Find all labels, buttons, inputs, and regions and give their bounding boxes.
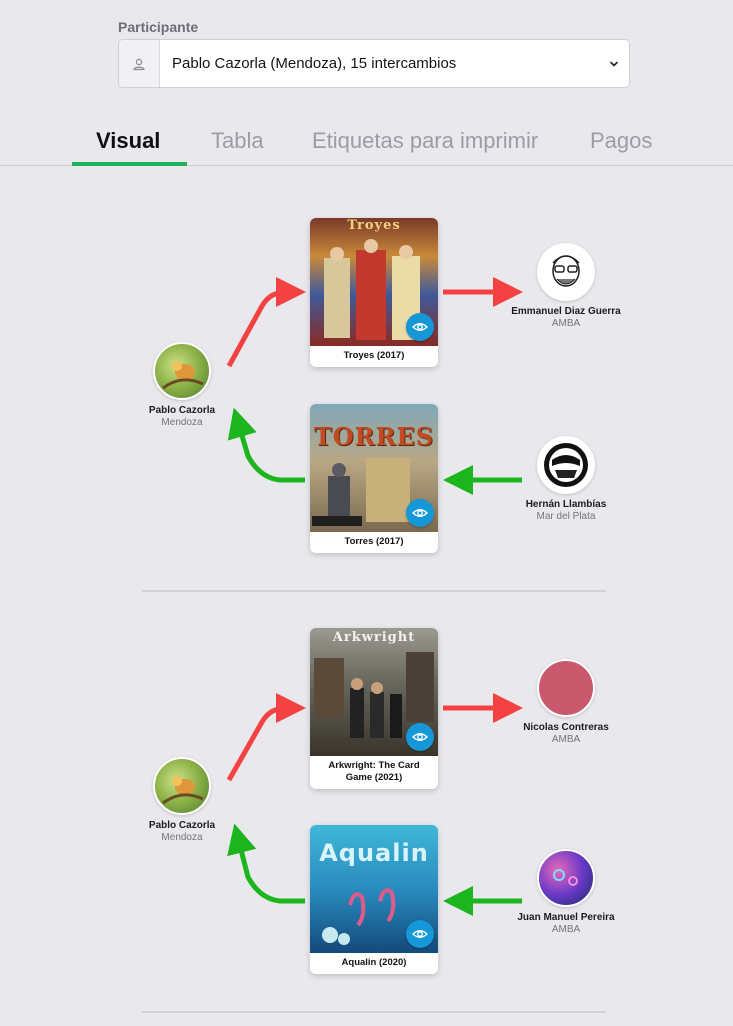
send-arrow <box>226 277 306 368</box>
receive-arrow <box>227 407 305 483</box>
participant-select[interactable]: Pablo Cazorla (Mendoza), 15 intercambios <box>118 39 630 88</box>
participant-select-value[interactable]: Pablo Cazorla (Mendoza), 15 intercambios <box>160 55 599 72</box>
game-card[interactable]: TORRES Torres (2017) <box>310 404 438 553</box>
active-tab-indicator <box>72 162 187 166</box>
eye-icon <box>412 733 428 741</box>
participant-sender[interactable]: Juan Manuel Pereira AMBA <box>511 849 621 936</box>
participant-recipient[interactable]: Emmanuel Diaz Guerra AMBA <box>511 243 621 330</box>
eye-icon <box>412 323 428 331</box>
game-cover: Aqualin <box>310 825 438 953</box>
game-cover: TORRES <box>310 404 438 532</box>
game-card[interactable]: Troyes Troyes (2017) <box>310 218 438 367</box>
divider <box>142 590 606 592</box>
view-game-button[interactable] <box>406 920 434 948</box>
tab-pagos[interactable]: Pagos <box>590 128 652 154</box>
avatar <box>537 243 595 301</box>
person-location: Mendoza <box>161 417 203 428</box>
participant-self[interactable]: Pablo Cazorla Mendoza <box>127 757 237 844</box>
person-name: Emmanuel Diaz Guerra <box>511 306 621 317</box>
chevron-down-icon[interactable] <box>599 59 629 69</box>
view-game-button[interactable] <box>406 723 434 751</box>
game-title: Aqualin (2020) <box>341 957 407 968</box>
user-icon <box>119 40 160 87</box>
person-location: Mendoza <box>161 832 203 843</box>
person-location: AMBA <box>551 318 581 329</box>
exchange-group: Pablo Cazorla Mendoza Troyes Troyes (201… <box>0 210 733 570</box>
person-name: Nicolas Contreras <box>523 722 609 733</box>
avatar <box>537 436 595 494</box>
game-title: Torres (2017) <box>344 536 404 547</box>
send-arrow <box>226 693 306 782</box>
person-location: AMBA <box>551 734 581 745</box>
view-game-button[interactable] <box>406 313 434 341</box>
person-name: Hernán Llambías <box>525 499 607 510</box>
participant-sender[interactable]: Hernán Llambías Mar del Plata <box>511 436 621 523</box>
tab-etiquetas[interactable]: Etiquetas para imprimir <box>312 128 538 154</box>
game-title: Troyes (2017) <box>343 350 405 361</box>
view-tabs: Visual Tabla Etiquetas para imprimir Pag… <box>0 118 733 166</box>
person-name: Pablo Cazorla <box>148 405 216 416</box>
game-title: Arkwright: The Card Game (2021) <box>328 760 420 783</box>
game-cover: Arkwright <box>310 628 438 756</box>
person-location: AMBA <box>551 924 581 935</box>
person-name: Pablo Cazorla <box>148 820 216 831</box>
participant-recipient[interactable]: Nicolas Contreras AMBA <box>511 659 621 746</box>
avatar <box>537 659 595 717</box>
avatar <box>153 757 211 815</box>
game-cover: Troyes <box>310 218 438 346</box>
game-card[interactable]: Aqualin Aqualin (2020) <box>310 825 438 974</box>
divider <box>142 1011 606 1013</box>
participant-label: Participante <box>118 19 199 35</box>
tab-tabla[interactable]: Tabla <box>211 128 264 154</box>
person-location: Mar del Plata <box>536 511 596 522</box>
eye-icon <box>412 509 428 517</box>
eye-icon <box>412 930 428 938</box>
view-game-button[interactable] <box>406 499 434 527</box>
tab-visual[interactable]: Visual <box>96 128 160 154</box>
participant-self[interactable]: Pablo Cazorla Mendoza <box>127 342 237 429</box>
person-name: Juan Manuel Pereira <box>517 912 615 923</box>
game-card[interactable]: Arkwright Arkwright: The Card Game (2021… <box>310 628 438 789</box>
exchange-group: Pablo Cazorla Mendoza Arkwright Arkwrigh… <box>0 620 733 980</box>
avatar <box>537 849 595 907</box>
avatar <box>153 342 211 400</box>
receive-arrow <box>227 823 305 904</box>
